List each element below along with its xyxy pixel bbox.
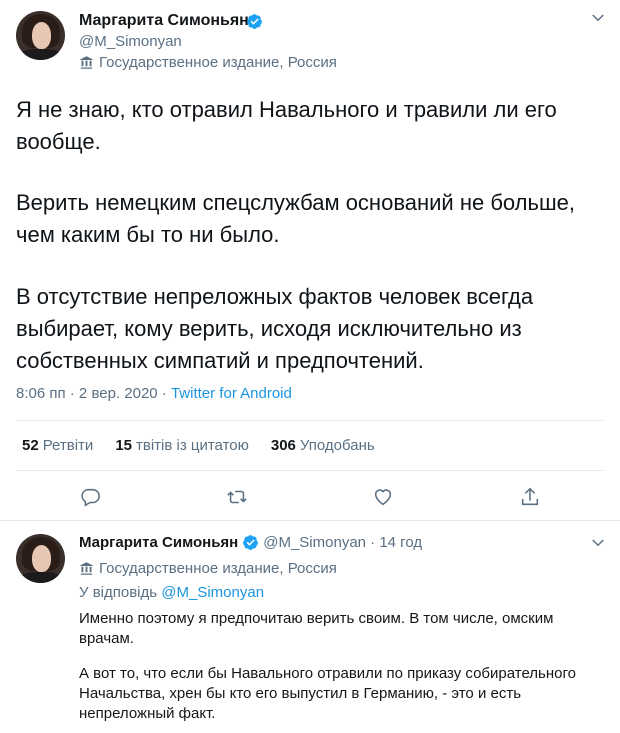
author-name[interactable]: Маргарита Симоньян — [79, 534, 238, 551]
chevron-down-icon[interactable] — [589, 9, 607, 27]
flag-label-icon — [80, 56, 93, 69]
divider — [16, 470, 604, 471]
author-name[interactable]: Маргарита Симоньян — [79, 12, 249, 30]
reply-mention-link[interactable]: @M_Simonyan — [161, 584, 264, 601]
retweet-icon[interactable] — [226, 486, 248, 508]
state-media-label-text: Государственное издание, Россия — [99, 54, 337, 71]
flag-label-icon — [80, 562, 93, 575]
reply-paragraph: Именно поэтому я предпочитаю верить свои… — [79, 610, 554, 647]
reply-header: Маргарита Симоньян @M_Simonyan · 14 год — [79, 534, 422, 551]
state-media-label-text: Государственное издание, Россия — [99, 560, 337, 577]
verified-badge-icon — [247, 14, 262, 29]
avatar[interactable] — [16, 11, 65, 60]
timestamp[interactable]: 8:06 пп · 2 вер. 2020 · — [16, 385, 171, 402]
tweet-stats: 52 Ретвіти 15 твітів із цитатою 306 Уподоба… — [22, 437, 375, 454]
state-media-label: Государственное издание, Россия — [79, 54, 337, 71]
main-tweet: Маргарита Симоньян @M_Simonyan Государст… — [0, 0, 620, 521]
tweet-meta: 8:06 пп · 2 вер. 2020 · Twitter for Andr… — [16, 385, 292, 402]
likes-stat[interactable]: 306 Уподобань — [271, 437, 375, 454]
tweet-paragraph: В отсутствие непреложных фактов человек … — [16, 284, 534, 373]
share-icon[interactable] — [519, 486, 541, 508]
reply-paragraph: А вот то, что если бы Навального отравил… — [79, 665, 576, 722]
reply-prefix: У відповідь — [79, 584, 162, 601]
like-icon[interactable] — [372, 486, 394, 508]
author-handle[interactable]: @M_Simonyan — [79, 33, 182, 50]
source-link[interactable]: Twitter for Android — [171, 385, 292, 402]
tweet-paragraph: Верить немецким спецслужбам оснований не… — [16, 190, 575, 247]
avatar[interactable] — [16, 534, 65, 583]
divider — [16, 420, 604, 421]
verified-badge-icon — [243, 535, 259, 550]
quotes-stat[interactable]: 15 твітів із цитатою — [115, 437, 249, 454]
tweet-paragraph: Я не знаю, кто отравил Навального и трав… — [16, 97, 557, 154]
author-handle-time[interactable]: @M_Simonyan · 14 год — [263, 534, 422, 551]
retweets-stat[interactable]: 52 Ретвіти — [22, 437, 93, 454]
chevron-down-icon[interactable] — [589, 534, 607, 552]
state-media-label: Государственное издание, Россия — [79, 560, 337, 577]
reply-icon[interactable] — [79, 486, 101, 508]
replying-to: У відповідь @M_Simonyan — [79, 584, 264, 601]
